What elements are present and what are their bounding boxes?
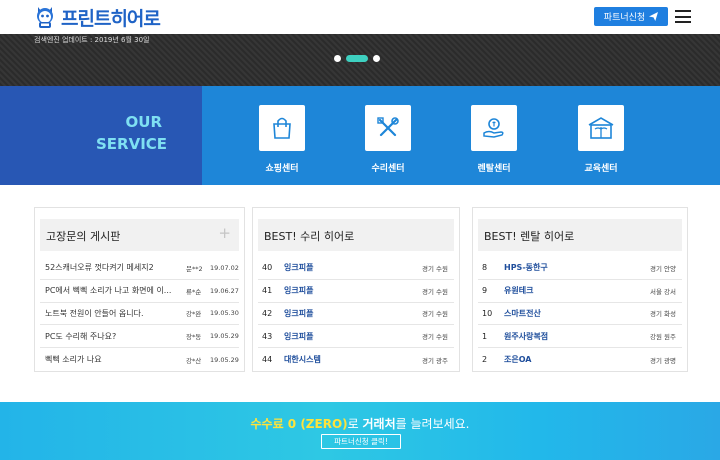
list-item[interactable]: 44 대한시스템 경기 광주 bbox=[258, 348, 454, 371]
best-rental-title: BEST! 렌탈 히어로 bbox=[484, 230, 575, 243]
carousel-dots bbox=[334, 55, 380, 62]
service-rental-label: 렌탈센터 bbox=[477, 164, 511, 174]
partner-apply-button[interactable]: 파트너신청 bbox=[594, 7, 668, 26]
site-header: 프린트히어로 파트너신청 bbox=[0, 0, 720, 34]
service-repair-label: 수리센터 bbox=[371, 164, 405, 174]
qna-row[interactable]: PC도 수리해 주나요? 장*동 19.05.29 bbox=[40, 325, 239, 349]
service-section: OUR SERVICE 쇼핑센터 수리센터 렌탈센터 교육센터 bbox=[0, 86, 720, 185]
best-rental-header: BEST! 렌탈 히어로 bbox=[478, 219, 682, 251]
best-rental-list: 8 HPS-동한구 경기 안양 9 유원테크 서울 강서 10 스마트전산 경기… bbox=[478, 257, 682, 371]
list-item[interactable]: 40 잉크피플 경기 수원 bbox=[258, 257, 454, 280]
list-item[interactable]: 43 잉크피플 경기 수원 bbox=[258, 325, 454, 349]
best-repair-title: BEST! 수리 히어로 bbox=[264, 230, 355, 243]
service-items-panel: 쇼핑센터 수리센터 렌탈센터 교육센터 bbox=[202, 86, 720, 185]
mascot-logo-icon bbox=[34, 5, 56, 29]
service-repair[interactable]: 수리센터 bbox=[353, 105, 423, 174]
qna-row[interactable]: PC에서 삑삑 소리가 나고 화면에 이... 류*순 19.06.27 bbox=[40, 280, 239, 303]
service-education-label: 교육센터 bbox=[584, 164, 618, 174]
promo-text: 수수료 0 (ZERO)로 거래처를 늘려보세요. bbox=[250, 417, 470, 431]
qna-board-header: 고장문의 게시판 + bbox=[40, 219, 239, 251]
more-plus-icon[interactable]: + bbox=[218, 226, 231, 241]
qna-row[interactable]: 노트북 전원이 안들어 옵니다. 강*완 19.05.30 bbox=[40, 303, 239, 326]
partner-apply-click-button[interactable]: 파트너신청 클릭! bbox=[321, 434, 401, 449]
partner-apply-label: 파트너신청 bbox=[603, 13, 646, 23]
service-title-panel: OUR SERVICE bbox=[0, 86, 202, 185]
qna-row[interactable]: 삑삑 소리가 나요 강*산 19.05.29 bbox=[40, 348, 239, 371]
tools-icon bbox=[377, 117, 399, 137]
list-item[interactable]: 10 스마트전산 경기 화성 bbox=[478, 303, 682, 326]
school-building-icon bbox=[588, 117, 614, 139]
logo-text: 프린트히어로 bbox=[61, 7, 161, 30]
best-repair-header: BEST! 수리 히어로 bbox=[258, 219, 454, 251]
paper-plane-icon bbox=[649, 12, 659, 21]
update-notice: 검색엔진 업데이트 : 2019년 6월 30일 bbox=[34, 36, 150, 44]
carousel-dot-1[interactable] bbox=[334, 55, 341, 62]
service-shopping[interactable]: 쇼핑센터 bbox=[247, 105, 317, 174]
best-repair-board: BEST! 수리 히어로 40 잉크피플 경기 수원 41 잉크피플 경기 수원… bbox=[252, 207, 460, 372]
service-education[interactable]: 교육센터 bbox=[566, 105, 636, 174]
partner-promo-banner: 수수료 0 (ZERO)로 거래처를 늘려보세요. 파트너신청 클릭! bbox=[0, 402, 720, 460]
list-item[interactable]: 2 조은OA 경기 광명 bbox=[478, 348, 682, 371]
list-item[interactable]: 42 잉크피플 경기 수원 bbox=[258, 303, 454, 326]
promo-highlight: 수수료 0 (ZERO) bbox=[250, 417, 348, 431]
best-repair-list: 40 잉크피플 경기 수원 41 잉크피플 경기 수원 42 잉크피플 경기 수… bbox=[258, 257, 454, 371]
boards-section: 고장문의 게시판 + 52스캐너오류 껏다켜기 메세지2 문**2 19.07.… bbox=[30, 207, 688, 372]
service-shopping-label: 쇼핑센터 bbox=[265, 164, 299, 174]
our-service-title: OUR SERVICE bbox=[96, 113, 168, 153]
rental-hand-icon bbox=[483, 118, 504, 138]
logo[interactable]: 프린트히어로 bbox=[34, 4, 161, 30]
shopping-bag-icon bbox=[273, 117, 291, 139]
list-item[interactable]: 9 유원테크 서울 강서 bbox=[478, 280, 682, 303]
carousel-dot-2[interactable] bbox=[346, 55, 368, 62]
list-item[interactable]: 8 HPS-동한구 경기 안양 bbox=[478, 257, 682, 280]
list-item[interactable]: 1 원주사랑복점 강원 원주 bbox=[478, 325, 682, 349]
qna-board-title: 고장문의 게시판 bbox=[46, 230, 121, 243]
hamburger-menu-icon[interactable] bbox=[675, 10, 691, 23]
qna-list: 52스캐너오류 껏다켜기 메세지2 문**2 19.07.02 PC에서 삑삑 … bbox=[40, 257, 239, 371]
service-rental[interactable]: 렌탈센터 bbox=[459, 105, 529, 174]
qna-row[interactable]: 52스캐너오류 껏다켜기 메세지2 문**2 19.07.02 bbox=[40, 257, 239, 280]
carousel-dot-3[interactable] bbox=[373, 55, 380, 62]
qna-board: 고장문의 게시판 + 52스캐너오류 껏다켜기 메세지2 문**2 19.07.… bbox=[34, 207, 245, 372]
best-rental-board: BEST! 렌탈 히어로 8 HPS-동한구 경기 안양 9 유원테크 서울 강… bbox=[472, 207, 688, 372]
list-item[interactable]: 41 잉크피플 경기 수원 bbox=[258, 280, 454, 303]
